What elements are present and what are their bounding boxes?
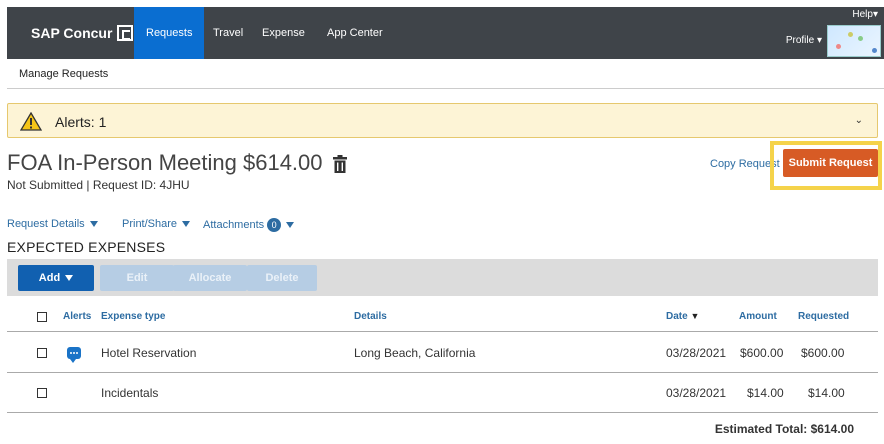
help-menu[interactable]: Help▾ [852,9,878,20]
profile-label: Profile [785,35,815,46]
brand-name: SAP Concur [31,25,113,41]
concur-c-icon [117,25,134,41]
sap-concur-logo[interactable]: SAP Concur [31,25,134,41]
sort-down-icon: ▼ [690,311,700,321]
row-checkbox[interactable] [37,388,47,398]
table-header: Alerts Expense type Details Date ▼ Amoun… [7,300,878,332]
chevron-down-icon[interactable]: ⌄ [855,115,863,126]
request-subtitle: Not Submitted | Request ID: 4JHU [7,178,190,192]
column-requested[interactable]: Requested [798,311,849,322]
date-cell: 03/28/2021 [666,386,727,400]
requested-cell: $14.00 [808,386,845,400]
date-cell: 03/28/2021 [666,346,727,360]
help-label: Help [852,9,873,20]
page-title: FOA In-Person Meeting $614.00 [7,150,347,176]
caret-down-icon [89,221,98,227]
details-cell: Long Beach, California [354,346,476,360]
alerts-label: Alerts: 1 [55,114,107,130]
column-expense-type[interactable]: Expense type [101,311,165,322]
warning-icon [20,112,42,131]
alerts-banner[interactable]: Alerts: 1 ⌄ [7,103,878,138]
avatar[interactable] [827,25,881,57]
expense-type-cell[interactable]: Hotel Reservation [101,346,196,360]
row-checkbox[interactable] [37,348,47,358]
attachments-menu[interactable]: Attachments 0 [203,218,295,232]
sub-navigation-bar: Manage Requests [7,59,884,89]
manage-requests-link[interactable]: Manage Requests [19,68,108,80]
allocate-button[interactable]: Allocate [173,265,247,291]
date-label: Date [666,311,688,322]
column-amount[interactable]: Amount [739,311,777,322]
attachments-count-badge: 0 [267,218,282,232]
amount-cell: $14.00 [747,386,784,400]
request-status: Not Submitted [7,178,84,192]
submit-request-button[interactable]: Submit Request [783,149,878,177]
amount-cell: $600.00 [740,346,784,360]
profile-menu[interactable]: Profile ▾ [786,35,822,46]
delete-button[interactable]: Delete [247,265,317,291]
request-details-label: Request Details [7,218,85,230]
add-label: Add [38,272,61,284]
request-details-menu[interactable]: Request Details [7,218,98,230]
caret-down-icon [65,275,74,281]
nav-tab-travel[interactable]: Travel [213,7,243,59]
caret-down-icon [182,221,191,227]
nav-tab-app-center[interactable]: App Center [327,7,383,59]
table-row[interactable]: Incidentals 03/28/2021 $14.00 $14.00 [7,373,878,413]
top-navigation-bar: SAP Concur Requests Travel Expense App C… [7,7,884,59]
select-all-checkbox[interactable] [37,312,47,322]
nav-tab-expense[interactable]: Expense [262,7,305,59]
comment-alert-icon[interactable] [67,347,81,363]
attachments-label: Attachments [203,219,265,231]
section-title: EXPECTED EXPENSES [7,239,166,255]
print-share-label: Print/Share [122,218,178,230]
column-date[interactable]: Date ▼ [666,311,699,322]
estimated-total: Estimated Total: $614.00 [714,422,854,436]
nav-tab-requests[interactable]: Requests [134,7,205,59]
requested-cell: $600.00 [801,346,845,360]
table-row[interactable]: Hotel Reservation Long Beach, California… [7,333,878,373]
print-share-menu[interactable]: Print/Share [122,218,191,230]
request-id: Request ID: 4JHU [92,178,190,192]
caret-down-icon [286,222,295,228]
edit-button[interactable]: Edit [100,265,174,291]
column-alerts[interactable]: Alerts [63,311,91,322]
expenses-toolbar: Add Edit Allocate Delete [7,259,878,296]
trash-icon[interactable] [332,155,347,174]
column-details[interactable]: Details [354,311,387,322]
request-title: FOA In-Person Meeting $614.00 [7,150,323,175]
add-button[interactable]: Add [18,265,94,291]
expense-type-cell[interactable]: Incidentals [101,386,158,400]
